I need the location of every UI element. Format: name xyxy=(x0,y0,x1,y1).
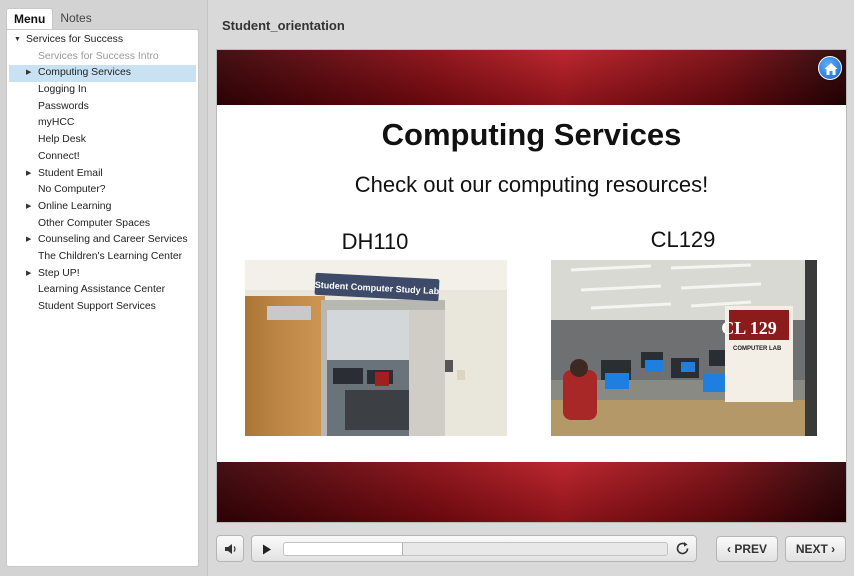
prev-button[interactable]: ‹ PREV xyxy=(716,536,778,562)
volume-button[interactable] xyxy=(216,535,244,562)
seek-bar-progress xyxy=(284,543,403,555)
cl129-sign-text: CL 129 xyxy=(721,318,777,338)
next-button[interactable]: NEXT › xyxy=(785,536,846,562)
menu-item[interactable]: Help Desk xyxy=(7,132,198,149)
menu-item[interactable]: ▶ Counseling and Career Services xyxy=(7,232,198,249)
menu-item[interactable]: ▶ Online Learning xyxy=(7,199,198,216)
slide-heading: Computing Services xyxy=(381,117,682,152)
chevron-right-icon: › xyxy=(827,542,836,556)
menu-item-label: myHCC xyxy=(38,117,75,129)
menu-item[interactable]: Connect! xyxy=(7,149,198,166)
home-icon xyxy=(824,63,838,75)
player-controls xyxy=(251,535,697,562)
menu-item[interactable]: ▶ Student Email xyxy=(7,166,198,183)
menu-item[interactable]: ▶ Computing Services xyxy=(9,65,196,83)
tab-menu[interactable]: Menu xyxy=(6,8,54,30)
menu-list: ▼ Services for Success Services for Succes… xyxy=(7,30,198,316)
tab-notes[interactable]: Notes xyxy=(53,8,98,30)
menu-item-label: The Children's Learning Center xyxy=(38,250,183,262)
caret-right-icon[interactable]: ▶ xyxy=(26,65,31,82)
menu-item-label: Passwords xyxy=(38,100,89,112)
menu-item-label: Step UP! xyxy=(38,267,80,279)
menu-item[interactable]: Other Computer Spaces xyxy=(7,216,198,233)
computer-lab-image: CL 129 COMPUTER LAB xyxy=(551,260,817,436)
menu-item-label: Computing Services xyxy=(38,67,131,79)
home-button[interactable] xyxy=(818,56,842,80)
menu-item[interactable]: Passwords xyxy=(7,99,198,116)
page-title: Student_orientation xyxy=(222,18,345,33)
menu-item-label: Student Email xyxy=(38,167,103,179)
menu-item[interactable]: Logging In xyxy=(7,82,198,99)
menu-item[interactable]: ▼ Services for Success xyxy=(7,32,198,49)
menu-item[interactable]: Student Support Services xyxy=(7,299,198,316)
menu-item[interactable]: myHCC xyxy=(7,115,198,132)
slide-bottom-band xyxy=(217,462,846,522)
prev-label: PREV xyxy=(734,542,768,556)
seek-bar[interactable] xyxy=(283,542,668,556)
menu-item-label: Learning Assistance Center xyxy=(38,284,166,296)
menu-item-label: Services for Success xyxy=(26,34,124,45)
menu-item[interactable]: ▶ Step UP! xyxy=(7,266,198,283)
menu-item-label: Student Support Services xyxy=(38,301,156,312)
menu-item-label: Logging In xyxy=(38,84,87,96)
photo-cl129: CL 129 COMPUTER LAB xyxy=(551,260,817,436)
lab-doorway-image: Student Computer Study Lab xyxy=(245,260,507,436)
replay-icon[interactable] xyxy=(675,541,690,556)
menu-item-label: Online Learning xyxy=(38,200,112,212)
menu-item-label: Counseling and Career Services xyxy=(38,234,188,246)
sidebar: Menu Notes ▼ Services for Success Services… xyxy=(0,0,208,576)
menu-panel: ▼ Services for Success Services for Succes… xyxy=(6,29,199,567)
caret-right-icon[interactable]: ▶ xyxy=(26,166,31,183)
caret-right-icon[interactable]: ▶ xyxy=(26,199,31,216)
caret-right-icon[interactable]: ▶ xyxy=(26,266,31,283)
slide-subheading: Check out our computing resources! xyxy=(354,172,709,197)
sidebar-tabs: Menu Notes xyxy=(6,8,99,30)
photo-label-dh110: DH110 xyxy=(341,229,409,254)
menu-item-label: Connect! xyxy=(38,150,80,162)
caret-down-icon[interactable]: ▼ xyxy=(14,32,21,49)
menu-item-label: Services for Success Intro xyxy=(38,50,159,62)
next-label: NEXT xyxy=(795,542,828,556)
menu-item[interactable]: Learning Assistance Center xyxy=(7,282,198,299)
play-icon[interactable] xyxy=(262,544,272,555)
cl129-sign-subtext: COMPUTER LAB xyxy=(733,346,782,352)
menu-item-label: Help Desk xyxy=(38,134,86,146)
menu-item[interactable]: Services for Success Intro xyxy=(7,49,198,66)
photo-dh110: Student Computer Study Lab xyxy=(245,260,507,436)
slide-top-band xyxy=(217,50,846,105)
speaker-icon xyxy=(225,544,236,554)
menu-item[interactable]: The Children's Learning Center xyxy=(7,249,198,266)
caret-right-icon[interactable]: ▶ xyxy=(26,232,31,249)
photo-label-cl129: CL129 xyxy=(650,227,716,252)
menu-item[interactable]: No Computer? xyxy=(7,182,198,199)
slide: Computing Services Check out our computi… xyxy=(216,49,847,523)
menu-item-label: Other Computer Spaces xyxy=(38,217,151,229)
menu-item-label: No Computer? xyxy=(38,184,106,196)
